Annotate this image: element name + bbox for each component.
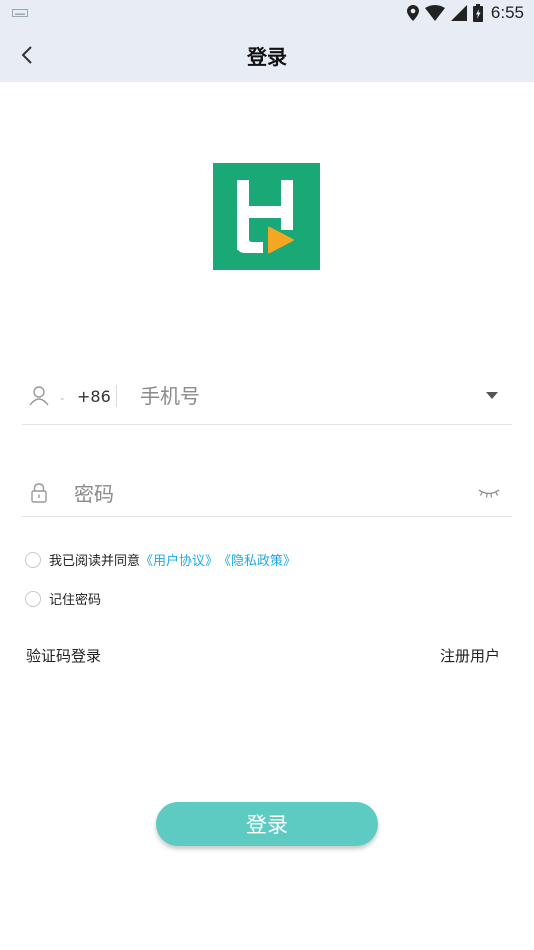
signal-icon (450, 5, 467, 21)
page-title: 登录 (247, 45, 287, 69)
password-field (22, 466, 512, 517)
status-time: 6:55 (490, 3, 524, 22)
user-icon (29, 386, 49, 406)
app-header: 登录 (0, 28, 534, 82)
phone-field: ⌄ +86 (22, 368, 512, 425)
password-input[interactable] (74, 478, 434, 510)
status-icons: 6:55 (406, 3, 524, 23)
user-agreement-link[interactable]: 《用户协议》 (140, 550, 218, 569)
wifi-icon (424, 5, 445, 21)
agreement-row: 我已阅读并同意 《用户协议》 《隐私政策》 (25, 550, 296, 569)
register-link[interactable]: 注册用户 (440, 645, 500, 666)
agreement-checkbox[interactable] (25, 551, 41, 568)
location-icon (406, 5, 419, 21)
remember-password-checkbox[interactable] (25, 590, 41, 607)
battery-icon (472, 4, 483, 22)
country-code-caret-icon[interactable]: ⌄ (59, 393, 66, 402)
remember-row: 记住密码 (25, 589, 101, 608)
field-divider (116, 385, 117, 407)
app-logo (213, 163, 320, 270)
lock-icon (31, 483, 47, 503)
eye-closed-icon[interactable] (478, 488, 500, 498)
keyboard-icon (12, 9, 28, 17)
code-login-link[interactable]: 验证码登录 (26, 645, 101, 666)
remember-password-label[interactable]: 记住密码 (49, 589, 101, 608)
agreement-text: 我已阅读并同意 (49, 554, 141, 569)
privacy-policy-link[interactable]: 《隐私政策》 (218, 550, 296, 569)
country-code[interactable]: +86 (77, 387, 111, 406)
status-bar: 6:55 (0, 0, 534, 28)
dropdown-icon[interactable] (486, 392, 498, 399)
phone-input[interactable] (140, 380, 460, 412)
login-button[interactable]: 登录 (156, 802, 378, 846)
